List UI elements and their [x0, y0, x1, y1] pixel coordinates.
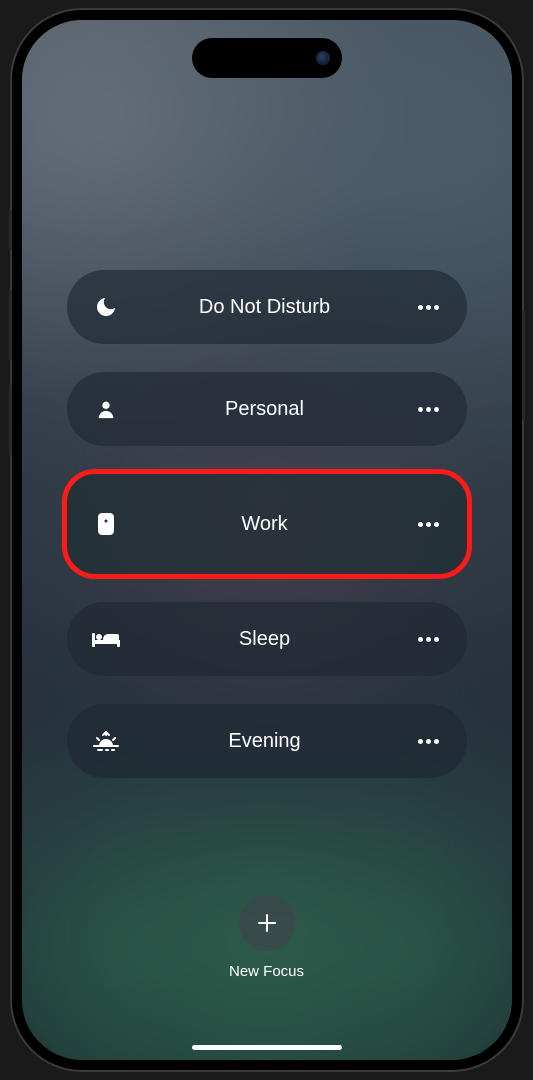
focus-item-work[interactable]: Work [67, 474, 467, 574]
new-focus-button[interactable] [239, 895, 295, 951]
dynamic-island [192, 38, 342, 78]
focus-item-sleep[interactable]: Sleep [67, 602, 467, 676]
home-indicator[interactable] [192, 1045, 342, 1050]
volume-down-button [9, 385, 12, 455]
new-focus-area: New Focus [67, 895, 467, 980]
mute-switch [9, 210, 12, 250]
front-camera [316, 51, 330, 65]
focus-item-personal[interactable]: Personal [67, 372, 467, 446]
focus-label: Sleep [121, 628, 409, 651]
more-button-sleep[interactable] [409, 637, 439, 642]
focus-label: Do Not Disturb [121, 296, 409, 319]
person-icon [91, 394, 121, 424]
power-button [522, 310, 525, 420]
badge-icon [91, 509, 121, 539]
ellipsis-icon [418, 305, 439, 310]
moon-icon [91, 292, 121, 322]
bed-icon [91, 624, 121, 654]
sunset-icon [91, 726, 121, 756]
volume-up-button [9, 290, 12, 360]
focus-label: Personal [121, 398, 409, 421]
ellipsis-icon [418, 637, 439, 642]
ellipsis-icon [418, 739, 439, 744]
focus-label: Evening [121, 730, 409, 753]
more-button-personal[interactable] [409, 407, 439, 412]
new-focus-label: New Focus [229, 963, 304, 980]
screen: Do Not Disturb Personal [22, 20, 512, 1060]
ellipsis-icon [418, 522, 439, 527]
plus-icon [255, 911, 279, 935]
focus-item-do-not-disturb[interactable]: Do Not Disturb [67, 270, 467, 344]
more-button-dnd[interactable] [409, 305, 439, 310]
phone-frame: Do Not Disturb Personal [12, 10, 522, 1070]
focus-label: Work [121, 513, 409, 536]
focus-item-evening[interactable]: Evening [67, 704, 467, 778]
more-button-evening[interactable] [409, 739, 439, 744]
ellipsis-icon [418, 407, 439, 412]
focus-mode-list: Do Not Disturb Personal [67, 270, 467, 778]
more-button-work[interactable] [409, 522, 439, 527]
